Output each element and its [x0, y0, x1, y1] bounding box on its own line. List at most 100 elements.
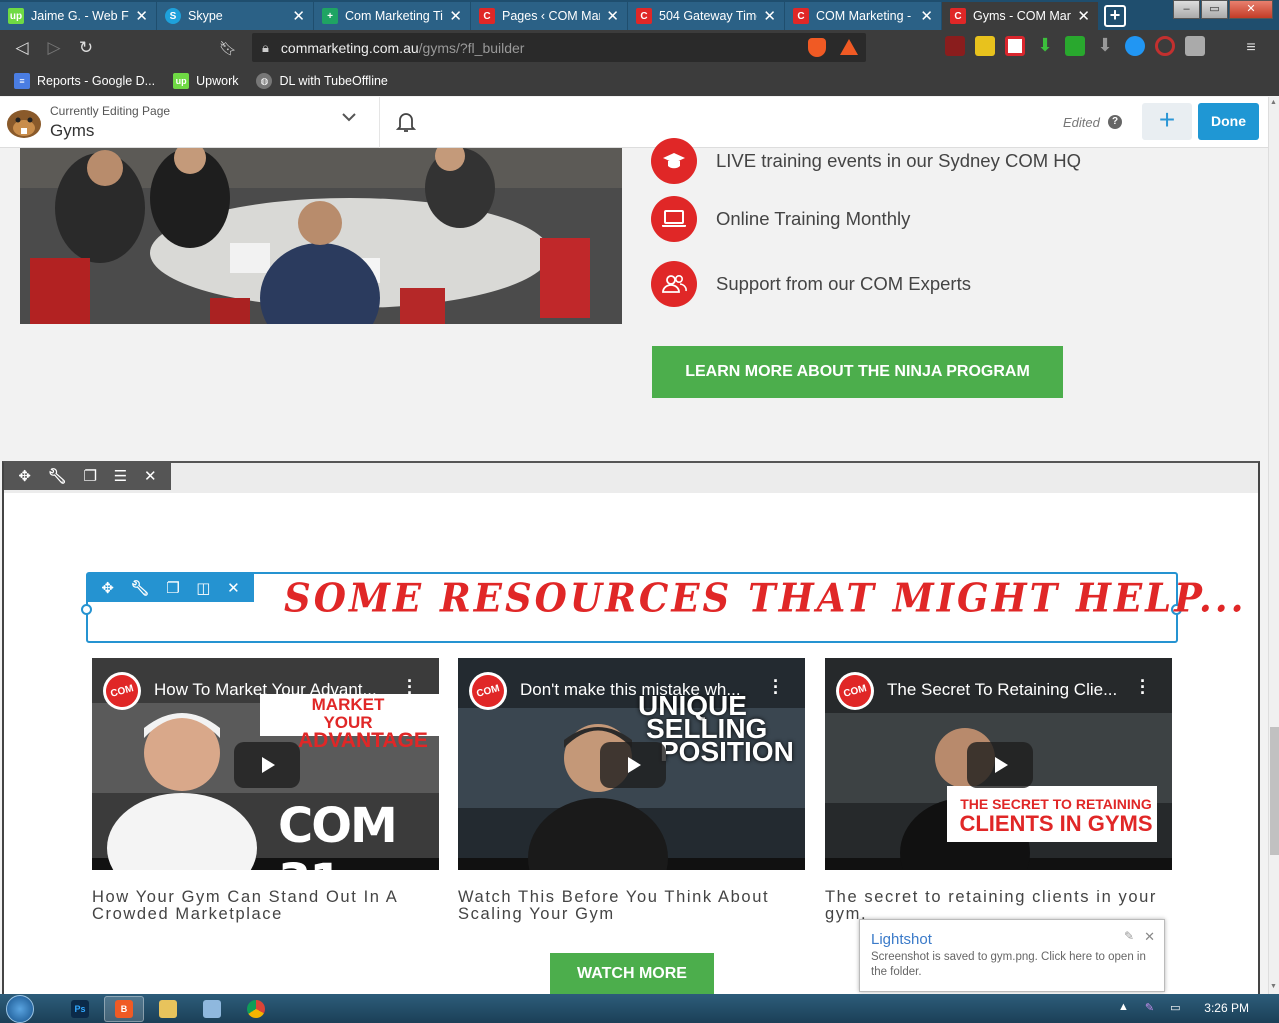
- move-icon[interactable]: ✥: [101, 579, 114, 597]
- bookmark-item[interactable]: ◍ DL with TubeOffline: [256, 73, 388, 89]
- more-options-icon[interactable]: · · ·: [1140, 672, 1146, 702]
- notification-title: Lightshot: [871, 931, 932, 948]
- feature-item: Support from our COM Experts: [651, 261, 971, 307]
- duplicate-icon[interactable]: ❐: [166, 579, 179, 597]
- brave-rewards-icon[interactable]: [840, 39, 858, 55]
- download-extension-icon[interactable]: ⬇: [1035, 36, 1055, 56]
- play-button-icon[interactable]: [600, 742, 666, 788]
- bell-icon[interactable]: [396, 111, 416, 133]
- forward-icon[interactable]: ▷: [38, 38, 70, 58]
- browser-tab[interactable]: S Skype ✕: [157, 2, 313, 30]
- close-icon[interactable]: ✕: [144, 467, 157, 485]
- video-title: Don't make this mistake wh...: [520, 680, 741, 699]
- video-embed[interactable]: THE SECRET TO RETAINING CLIENTS IN GYMS C…: [825, 658, 1172, 870]
- minimize-button[interactable]: –: [1173, 0, 1200, 19]
- menu-icon[interactable]: ≡: [1235, 39, 1267, 57]
- close-tab-icon[interactable]: ✕: [1077, 7, 1090, 25]
- network-icon[interactable]: ▭: [1170, 1001, 1180, 1014]
- more-options-icon[interactable]: · · ·: [407, 672, 413, 702]
- row-toolbar: ✥ 🔧︎ ❐ ☰ ✕: [4, 461, 171, 490]
- close-icon[interactable]: ✕: [227, 579, 240, 597]
- browser-tab-active[interactable]: C Gyms - COM Mark ✕: [942, 2, 1098, 30]
- reload-icon[interactable]: ↻: [70, 38, 102, 58]
- watch-more-button[interactable]: WATCH MORE: [550, 953, 714, 995]
- close-tab-icon[interactable]: ✕: [920, 7, 933, 25]
- close-tab-icon[interactable]: ✕: [292, 7, 305, 25]
- resize-handle-left[interactable]: [81, 604, 92, 615]
- overlay-line: POSITION: [660, 736, 794, 767]
- taskbar-app[interactable]: Ps: [60, 996, 100, 1022]
- sheets-icon: +: [322, 8, 338, 24]
- new-tab-button[interactable]: +: [1104, 5, 1126, 27]
- video-embed[interactable]: UNIQUE SELLING POSITION COM Don't make thi…: [458, 658, 805, 870]
- menu-icon[interactable]: ☰: [114, 467, 127, 485]
- play-button-icon[interactable]: [967, 742, 1033, 788]
- close-tab-icon[interactable]: ✕: [763, 7, 776, 25]
- download-manager-icon[interactable]: ⬇: [1095, 36, 1115, 56]
- pin-icon[interactable]: ✎: [1124, 929, 1134, 943]
- start-button[interactable]: [0, 994, 40, 1023]
- notes-extension-icon[interactable]: [975, 36, 995, 56]
- bookmark-icon[interactable]: 🔖︎: [212, 40, 244, 57]
- bookmark-item[interactable]: ≡ Reports - Google D...: [14, 73, 155, 89]
- done-button[interactable]: Done: [1198, 103, 1259, 140]
- feature-label: Support from our COM Experts: [716, 273, 971, 294]
- learn-more-ninja-button[interactable]: LEARN MORE ABOUT THE NINJA PROGRAM: [652, 346, 1063, 398]
- notification-body[interactable]: Screenshot is saved to gym.png. Click he…: [871, 950, 1159, 980]
- duplicate-icon[interactable]: ❐: [84, 467, 97, 485]
- browser-tab[interactable]: + Com Marketing Tir ✕: [314, 2, 470, 30]
- system-clock[interactable]: 3:26 PM: [1204, 1001, 1249, 1015]
- bookmark-item[interactable]: up Upwork: [173, 73, 238, 89]
- resources-heading: SOME RESOURCES THAT MIGHT HELP...: [284, 574, 1247, 622]
- browser-tab[interactable]: up Jaime G. - Web Fro ✕: [0, 2, 156, 30]
- close-tab-icon[interactable]: ✕: [606, 7, 619, 25]
- browser-tab[interactable]: C 504 Gateway Timeo ✕: [628, 2, 784, 30]
- taskbar-app[interactable]: [148, 996, 188, 1022]
- add-content-button[interactable]: +: [1142, 103, 1192, 140]
- scroll-down-icon[interactable]: ▼: [1270, 983, 1277, 990]
- browser-tab[interactable]: C COM Marketing - l ✕: [785, 2, 941, 30]
- wrench-icon[interactable]: 🔧︎: [48, 467, 67, 485]
- video-caption: Watch This Before You Think About Scalin…: [458, 888, 770, 923]
- video-embed[interactable]: MARKET YOURADVANTAGE COM 31 COM How To M…: [92, 658, 439, 870]
- video-caption: The secret to retaining clients in your …: [825, 888, 1158, 923]
- wrench-icon[interactable]: 🔧︎: [131, 579, 150, 597]
- browser-tab-strip: up Jaime G. - Web Fro ✕ S Skype ✕ + Com Marke…: [0, 0, 1279, 30]
- page-name[interactable]: Gyms: [50, 121, 94, 141]
- close-tab-icon[interactable]: ✕: [135, 7, 148, 25]
- lightshot-tray-icon[interactable]: ✎: [1145, 1001, 1154, 1014]
- scroll-up-icon[interactable]: ▲: [1270, 99, 1277, 106]
- tray-expand-icon[interactable]: ▲: [1118, 1001, 1129, 1014]
- training-photo: [20, 148, 622, 324]
- window-close-button[interactable]: ✕: [1229, 0, 1273, 19]
- lastpass-extension-icon[interactable]: [1155, 36, 1175, 56]
- help-icon[interactable]: ?: [1108, 115, 1122, 129]
- maximize-button[interactable]: ▭: [1201, 0, 1228, 19]
- pocket-extension-icon[interactable]: [1005, 36, 1025, 56]
- address-bar[interactable]: 🔒︎ commarketing.com.au/gyms/?fl_builder: [252, 33, 866, 62]
- taskbar-app[interactable]: [192, 996, 232, 1022]
- play-button-icon[interactable]: [234, 742, 300, 788]
- page-scrollbar[interactable]: ▲ ▼: [1268, 97, 1279, 994]
- back-icon[interactable]: ◁: [6, 38, 38, 58]
- browser-tab[interactable]: C Pages ‹ COM Mark ✕: [471, 2, 627, 30]
- com-icon: C: [793, 8, 809, 24]
- com-icon: C: [479, 8, 495, 24]
- bvd-extension-icon[interactable]: [1065, 36, 1085, 56]
- move-icon[interactable]: ✥: [18, 467, 31, 485]
- screenshot-extension-icon[interactable]: [1185, 36, 1205, 56]
- brave-shield-icon[interactable]: [808, 38, 826, 57]
- taskbar-app[interactable]: [236, 996, 276, 1022]
- close-icon[interactable]: ✕: [1144, 929, 1155, 945]
- columns-icon[interactable]: ◫: [196, 579, 210, 597]
- chevron-down-icon[interactable]: [342, 109, 356, 125]
- pdf-extension-icon[interactable]: [945, 36, 965, 56]
- module-toolbar: ✥ 🔧︎ ❐ ◫ ✕: [87, 573, 254, 602]
- more-options-icon[interactable]: · · ·: [773, 672, 779, 702]
- lightshot-notification[interactable]: Lightshot ✎ ✕ Screenshot is saved to gym…: [859, 919, 1165, 992]
- taskbar-app[interactable]: B: [104, 995, 144, 1022]
- close-tab-icon[interactable]: ✕: [449, 7, 462, 25]
- scrollbar-thumb[interactable]: [1270, 727, 1279, 855]
- video-overlay-text: MARKET YOUR ADVANTAGE: [298, 696, 428, 752]
- vpn-extension-icon[interactable]: [1125, 36, 1145, 56]
